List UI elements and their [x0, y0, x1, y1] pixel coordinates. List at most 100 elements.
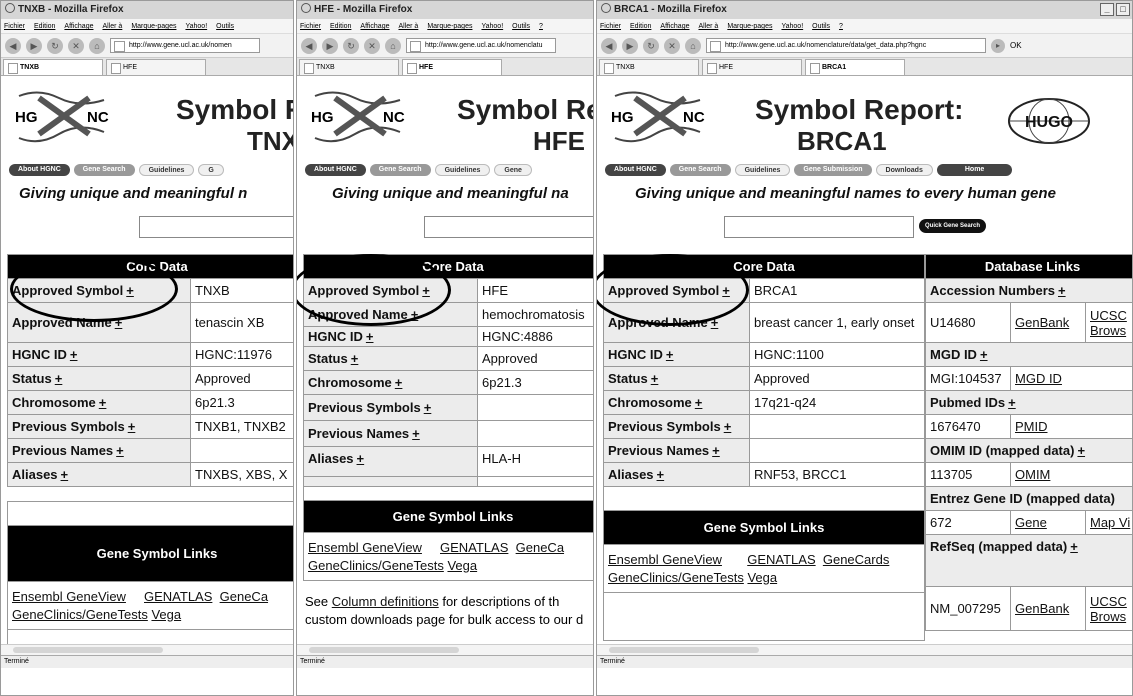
menu-item[interactable]: Affichage	[660, 23, 689, 30]
guidelines-button[interactable]: Guidelines	[434, 164, 491, 176]
genecards-link[interactable]: GeneCa	[516, 540, 564, 555]
url-bar[interactable]: http://www.gene.ucl.ac.uk/nomenclatu	[406, 38, 556, 53]
stop-icon[interactable]: ✕	[364, 37, 380, 54]
home-icon[interactable]: ⌂	[685, 37, 701, 54]
menu-item[interactable]: Yahoo!	[781, 23, 803, 30]
menu-item[interactable]: Affichage	[64, 23, 93, 30]
menu-item[interactable]: Affichage	[360, 23, 389, 30]
horizontal-scrollbar[interactable]	[1, 644, 293, 655]
row-label[interactable]: Aliases +	[603, 462, 750, 487]
column-definitions-link[interactable]: Column definitions	[332, 594, 439, 609]
gene-search-button[interactable]: Gene Search	[369, 164, 431, 176]
stop-icon[interactable]: ✕	[664, 37, 680, 54]
vega-link[interactable]: Vega	[151, 607, 181, 622]
menu-item[interactable]: Marque-pages	[427, 23, 472, 30]
maximize-icon[interactable]: □	[1116, 3, 1130, 16]
genatlas-link[interactable]: GENATLAS	[747, 552, 815, 567]
menu-item[interactable]: Marque-pages	[727, 23, 772, 30]
gene-search-input[interactable]	[139, 216, 293, 238]
omim-link[interactable]: OMIM	[1015, 467, 1050, 482]
menu-item[interactable]: Outils	[812, 23, 830, 30]
ensembl-link[interactable]: Ensembl GeneView	[308, 540, 422, 555]
row-label[interactable]: Previous Names +	[303, 420, 478, 447]
gene-link[interactable]: Gene	[1015, 515, 1047, 530]
vega-link[interactable]: Vega	[447, 558, 477, 573]
menu-item[interactable]: Aller à	[398, 23, 418, 30]
menu-item[interactable]: Edition	[34, 23, 55, 30]
stop-icon[interactable]: ✕	[68, 37, 84, 54]
about-hgnc-button[interactable]: About HGNC	[605, 164, 666, 176]
mgd-id-link[interactable]: MGD ID	[1015, 371, 1062, 386]
gene-search-input[interactable]	[724, 216, 914, 238]
row-label[interactable]: Status +	[303, 346, 478, 371]
tab-tnxb[interactable]: TNXB	[299, 59, 399, 75]
row-label[interactable]: Previous Names +	[603, 438, 750, 463]
guidelines-button[interactable]: Guidelines	[734, 164, 791, 176]
row-label[interactable]: Previous Symbols +	[303, 394, 478, 421]
tab-hfe[interactable]: HFE	[702, 59, 802, 75]
genecards-link[interactable]: GeneCa	[220, 589, 268, 604]
forward-arrow-icon[interactable]: ▶	[26, 37, 42, 54]
back-arrow-icon[interactable]: ◀	[5, 37, 21, 54]
forward-arrow-icon[interactable]: ▶	[322, 37, 338, 54]
geneclinics-link[interactable]: GeneClinics/GeneTests	[608, 570, 744, 585]
ucsc-browser-link[interactable]: Brows	[1090, 323, 1126, 338]
quick-gene-search-button[interactable]: Quick Gene Search	[919, 219, 987, 233]
forward-arrow-icon[interactable]: ▶	[622, 37, 638, 54]
back-arrow-icon[interactable]: ◀	[301, 37, 317, 54]
minimize-icon[interactable]: _	[1100, 3, 1114, 16]
menu-item[interactable]: ?	[839, 23, 843, 30]
reload-icon[interactable]: ↻	[643, 37, 659, 54]
downloads-button[interactable]: Downloads	[875, 164, 933, 176]
row-label[interactable]: Aliases +	[7, 462, 191, 487]
home-icon[interactable]: ⌂	[89, 37, 105, 54]
guidelines-button[interactable]: Guidelines	[138, 164, 195, 176]
tab-hfe[interactable]: HFE	[106, 59, 206, 75]
menu-item[interactable]: Marque-pages	[131, 23, 176, 30]
row-label[interactable]: Chromosome +	[303, 370, 478, 395]
about-hgnc-button[interactable]: About HGNC	[305, 164, 366, 176]
reload-icon[interactable]: ↻	[47, 37, 63, 54]
home-button[interactable]: Home	[936, 164, 1013, 176]
pmid-link[interactable]: PMID	[1015, 419, 1048, 434]
menu-item[interactable]: Aller à	[698, 23, 718, 30]
back-arrow-icon[interactable]: ◀	[601, 37, 617, 54]
row-label[interactable]: Previous Symbols +	[7, 414, 191, 439]
menu-item[interactable]: Aller à	[102, 23, 122, 30]
vega-link[interactable]: Vega	[747, 570, 777, 585]
menu-item[interactable]: ?	[539, 23, 543, 30]
ensembl-link[interactable]: Ensembl GeneView	[608, 552, 722, 567]
menu-item[interactable]: Outils	[216, 23, 234, 30]
ok-button[interactable]: OK	[1010, 41, 1022, 50]
gene-submission-button[interactable]: Gene Submission	[794, 164, 872, 176]
row-label[interactable]: Chromosome +	[603, 390, 750, 415]
gene-search-input[interactable]	[424, 216, 593, 238]
ucsc-refseq-link[interactable]: UCSC	[1090, 594, 1127, 609]
row-label[interactable]: HGNC ID +	[603, 342, 750, 367]
menu-item[interactable]: Outils	[512, 23, 530, 30]
reload-icon[interactable]: ↻	[343, 37, 359, 54]
horizontal-scrollbar[interactable]	[297, 644, 593, 655]
menu-item[interactable]: Yahoo!	[185, 23, 207, 30]
ucsc-link[interactable]: UCSC	[1090, 308, 1127, 323]
go-icon[interactable]: ▸	[991, 38, 1005, 53]
menu-item[interactable]: Yahoo!	[481, 23, 503, 30]
tab-hfe[interactable]: HFE	[402, 59, 502, 75]
row-label[interactable]: Status +	[603, 366, 750, 391]
row-label[interactable]: Previous Names +	[7, 438, 191, 463]
genbank-link[interactable]: GenBank	[1015, 315, 1069, 330]
row-label[interactable]: Previous Symbols +	[603, 414, 750, 439]
horizontal-scrollbar[interactable]	[597, 644, 1132, 655]
gene-search-button[interactable]: Gene Search	[669, 164, 731, 176]
url-bar[interactable]: http://www.gene.ucl.ac.uk/nomen	[110, 38, 260, 53]
home-icon[interactable]: ⌂	[385, 37, 401, 54]
geneclinics-link[interactable]: GeneClinics/GeneTests	[308, 558, 444, 573]
genatlas-link[interactable]: GENATLAS	[144, 589, 212, 604]
ensembl-link[interactable]: Ensembl GeneView	[12, 589, 126, 604]
row-label[interactable]: HGNC ID +	[7, 342, 191, 367]
row-label[interactable]: Chromosome +	[7, 390, 191, 415]
tab-brca1[interactable]: BRCA1	[805, 59, 905, 75]
tab-tnxb[interactable]: TNXB	[3, 59, 103, 75]
genecards-link[interactable]: GeneCards	[823, 552, 889, 567]
menu-item[interactable]: Fichier	[600, 23, 621, 30]
